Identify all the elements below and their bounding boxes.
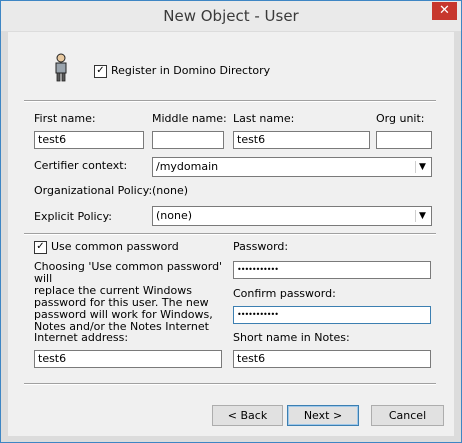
close-icon: ✕ [439, 3, 450, 18]
dialog-body: ✓ Register in Domino Directory First nam… [8, 32, 454, 436]
common-password-label: Use common password [51, 240, 179, 253]
certifier-dropdown[interactable]: /mydomain ▼ [152, 157, 432, 177]
top-divider [24, 100, 436, 102]
internet-address-input[interactable]: test6 [34, 350, 222, 368]
confirm-password-input[interactable]: ••••••••••• [233, 306, 431, 324]
certifier-value: /mydomain [156, 160, 219, 173]
chevron-down-icon[interactable]: ▼ [415, 210, 429, 222]
window-title: New Object - User [163, 7, 299, 25]
chevron-down-icon[interactable]: ▼ [415, 161, 429, 173]
back-button[interactable]: < Back [212, 405, 283, 426]
last-name-input[interactable]: test6 [233, 131, 370, 149]
common-password-note: Choosing 'Use common password' will repl… [34, 261, 230, 333]
short-name-label: Short name in Notes: [233, 331, 350, 344]
confirm-password-label: Confirm password: [233, 287, 336, 300]
middle-name-input[interactable] [152, 131, 224, 149]
middle-divider [24, 233, 436, 235]
certifier-label: Certifier context: [34, 159, 128, 172]
org-policy-label: Organizational Policy: [34, 184, 153, 197]
register-label: Register in Domino Directory [111, 64, 271, 77]
password-input[interactable]: ••••••••••• [233, 261, 431, 279]
explicit-policy-label: Explicit Policy: [34, 210, 113, 223]
org-unit-label: Org unit: [376, 112, 425, 125]
user-icon [55, 53, 67, 82]
internet-address-label: Internet address: [34, 331, 129, 344]
org-unit-input[interactable] [376, 131, 432, 149]
title-bar: New Object - User ✕ [1, 1, 461, 31]
dialog-window: New Object - User ✕ ✓ Register in Domino… [0, 0, 462, 443]
last-name-label: Last name: [233, 112, 295, 125]
first-name-input[interactable]: test6 [34, 131, 144, 149]
explicit-policy-dropdown[interactable]: (none) ▼ [152, 206, 432, 226]
note-line: Choosing 'Use common password' will [34, 260, 223, 285]
cancel-button[interactable]: Cancel [371, 405, 444, 426]
org-policy-value: (none) [152, 184, 189, 197]
explicit-policy-value: (none) [156, 209, 193, 222]
password-label: Password: [233, 240, 289, 253]
common-password-checkbox[interactable]: ✓ [34, 241, 47, 254]
register-checkbox[interactable]: ✓ [94, 65, 107, 78]
close-button[interactable]: ✕ [432, 2, 457, 20]
next-button[interactable]: Next > [287, 405, 359, 426]
first-name-label: First name: [34, 112, 96, 125]
short-name-input[interactable]: test6 [233, 350, 431, 368]
bottom-divider [24, 383, 436, 385]
middle-name-label: Middle name: [152, 112, 227, 125]
